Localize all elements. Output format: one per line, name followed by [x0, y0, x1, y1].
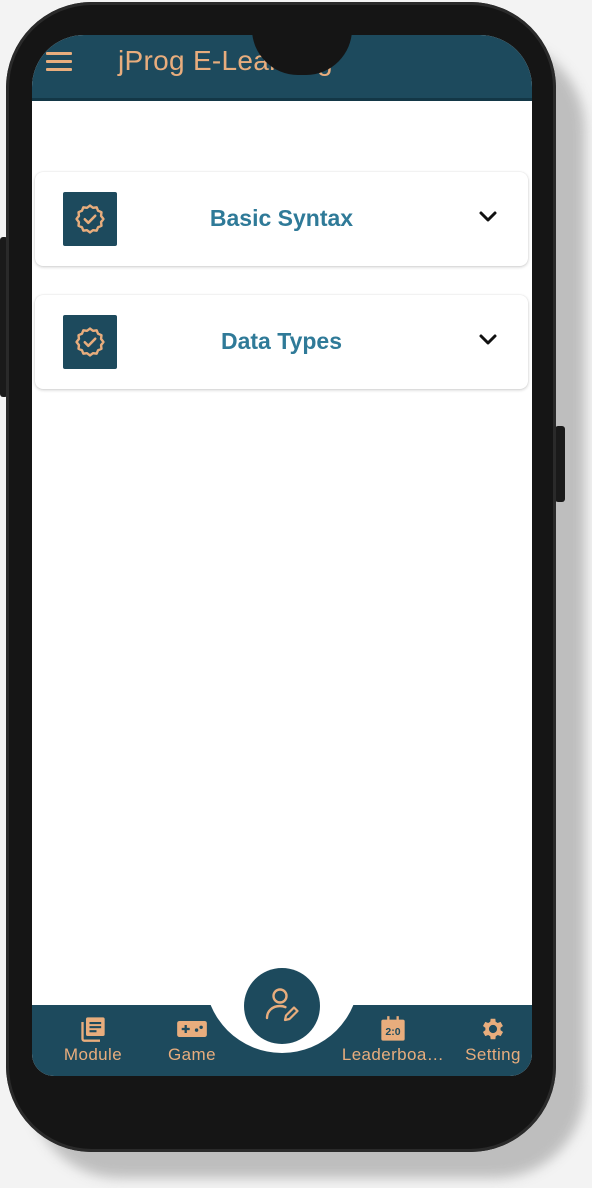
badge-check-icon [63, 315, 117, 369]
nav-label: Module [63, 1045, 123, 1064]
nav-item-setting[interactable]: Setting [460, 1015, 526, 1065]
nav-label: Game [168, 1045, 216, 1064]
power-button [555, 426, 565, 502]
badge-check-icon [63, 192, 117, 246]
edit-profile-icon [265, 988, 299, 1022]
chevron-down-icon[interactable] [478, 333, 498, 347]
scoreboard-icon: 2:0 [381, 1016, 405, 1041]
hamburger-menu-icon[interactable] [46, 52, 72, 71]
chevron-down-icon[interactable] [478, 210, 498, 224]
edit-profile-button[interactable] [244, 968, 320, 1044]
library-books-icon [81, 1017, 105, 1042]
nav-item-module[interactable]: Module [60, 1015, 126, 1065]
module-card-data-types[interactable]: Data Types [35, 295, 528, 389]
app-bar-divider [32, 98, 532, 101]
nav-label: Setting [465, 1045, 521, 1064]
nav-item-leaderboard[interactable]: 2:0 Leaderboa… [340, 1015, 446, 1065]
nav-label: Leaderboa… [341, 1045, 445, 1064]
app-screen: jProg E-Learning Basic Syntax Data Types [32, 35, 532, 1076]
gamepad-icon [177, 1021, 207, 1037]
module-title: Data Types [220, 328, 342, 354]
module-title: Basic Syntax [209, 205, 354, 231]
nav-item-game[interactable]: Game [162, 1015, 222, 1065]
module-card-basic-syntax[interactable]: Basic Syntax [35, 172, 528, 266]
gear-icon [482, 1018, 504, 1040]
svg-text:2:0: 2:0 [385, 1026, 400, 1038]
